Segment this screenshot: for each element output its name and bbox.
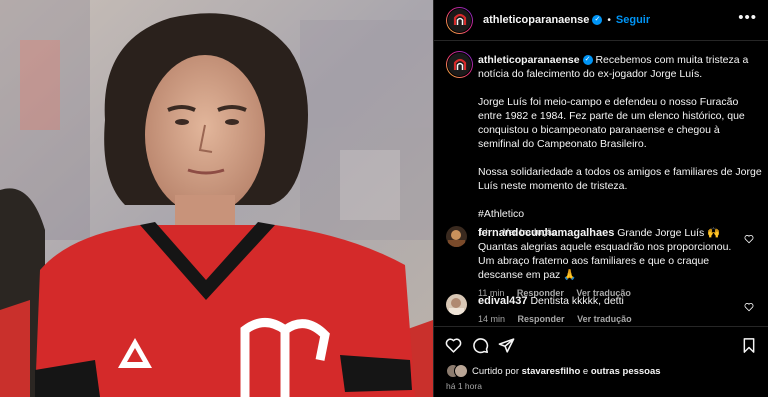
player-photo-illustration	[0, 0, 433, 397]
post-details-panel: athleticoparanaense ✓ • Seguir ••• athle…	[433, 0, 768, 397]
liked-others[interactable]: outras pessoas	[591, 366, 661, 377]
save-bookmark-icon[interactable]	[741, 337, 757, 354]
post-actions-bar: Curtido por stavaresfilho e outras pesso…	[434, 326, 768, 397]
comment-meta: 14 min Responder Ver tradução	[478, 312, 743, 326]
header-avatar[interactable]	[446, 6, 473, 34]
commenter-avatar[interactable]	[446, 294, 467, 315]
comment-body: edival437 Dentista kkkkk, detti 14 min R…	[478, 294, 743, 326]
caption-username[interactable]: athleticoparanaense	[478, 54, 580, 66]
like-heart-icon[interactable]	[445, 337, 462, 354]
header-username[interactable]: athleticoparanaense	[483, 14, 589, 26]
post-photo	[0, 0, 433, 397]
liked-user[interactable]: stavaresfilho	[522, 366, 581, 377]
club-logo-icon	[447, 52, 472, 77]
instagram-post-modal: athleticoparanaense ✓ • Seguir ••• athle…	[0, 0, 768, 397]
caption-paragraph: Jorge Luís foi meio-campo e defendeu o n…	[478, 96, 745, 150]
caption-paragraph: Nossa solidariedade a todos os amigos e …	[478, 166, 762, 192]
verified-badge-icon: ✓	[582, 55, 593, 66]
verified-badge-icon: ✓	[592, 15, 603, 25]
comment-bubble-icon[interactable]	[472, 337, 489, 354]
liker-avatars	[446, 364, 468, 378]
comments-scroll-area[interactable]: athleticoparanaense ✓ Recebemos com muita…	[434, 41, 768, 326]
comment-time: 14 min	[478, 314, 506, 324]
post-timestamp: há 1 hora	[446, 381, 482, 391]
post-header: athleticoparanaense ✓ • Seguir •••	[434, 0, 768, 41]
liked-by-summary[interactable]: Curtido por stavaresfilho e outras pesso…	[446, 364, 661, 378]
separator-dot: •	[607, 14, 611, 26]
post-caption: athleticoparanaense ✓ Recebemos com muita…	[478, 53, 763, 239]
like-comment-heart-icon[interactable]	[744, 234, 754, 244]
liked-prefix: Curtido por	[472, 365, 519, 377]
comment-username[interactable]: fernandocunhamagalhaes	[478, 227, 614, 239]
ellipsis-icon[interactable]: •••	[738, 10, 757, 25]
liked-join: e	[582, 365, 589, 377]
share-paper-plane-icon[interactable]	[498, 337, 515, 354]
follow-button[interactable]: Seguir	[616, 14, 650, 26]
see-translation-link[interactable]: Ver tradução	[577, 314, 632, 324]
caption-hashtag[interactable]: #Athletico	[478, 207, 763, 221]
comment-body: fernandocunhamagalhaes Grande Jorge Luís…	[478, 226, 743, 300]
commenter-avatar[interactable]	[446, 226, 467, 247]
comment-text: Dentista kkkkk, detti	[530, 295, 624, 307]
avatar-ring	[446, 51, 473, 78]
reply-button[interactable]: Responder	[518, 314, 565, 324]
like-comment-heart-icon[interactable]	[744, 302, 754, 312]
club-logo-icon	[447, 7, 472, 33]
avatar-ring	[446, 6, 473, 34]
caption-avatar[interactable]	[446, 51, 473, 78]
comment-username[interactable]: edival437	[478, 295, 528, 307]
